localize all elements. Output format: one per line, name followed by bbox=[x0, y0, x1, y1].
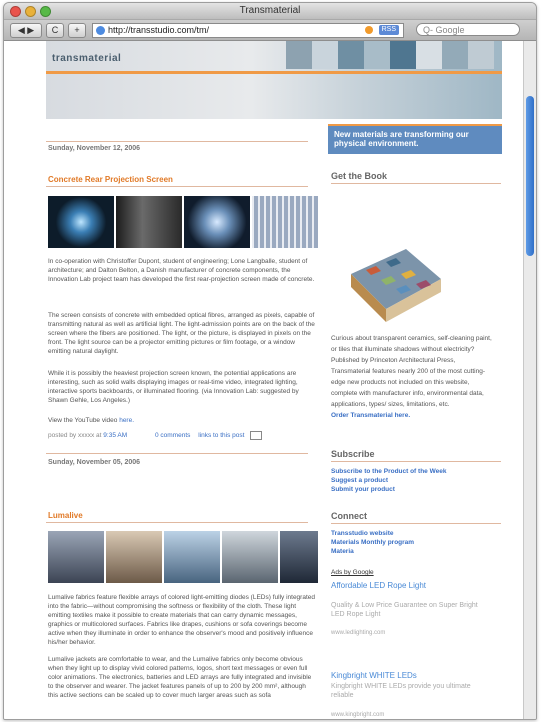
reload-button[interactable]: C bbox=[46, 23, 64, 38]
vertical-scrollbar[interactable] bbox=[523, 41, 536, 719]
book-text-line: complete with manufacturer info, environ… bbox=[331, 390, 484, 397]
concrete-screen-photo bbox=[184, 196, 250, 248]
book-text-line: edge new products not included on this w… bbox=[331, 379, 470, 386]
posted-by: posted by xxxxx at bbox=[48, 432, 102, 440]
lumalive-photo bbox=[106, 531, 162, 583]
divider bbox=[46, 141, 308, 142]
scrollbar-thumb[interactable] bbox=[526, 96, 534, 256]
ad-title[interactable]: Affordable LED Rope Light bbox=[331, 581, 451, 590]
back-forward-button[interactable]: ◀ ▶ bbox=[10, 23, 42, 38]
post-paragraph: The screen consists of concrete with emb… bbox=[48, 312, 315, 355]
links-to-post[interactable]: links to this post bbox=[198, 432, 244, 439]
connect-heading: Connect bbox=[331, 511, 367, 521]
book-text-line: Published by Princeton Architectural Pre… bbox=[331, 357, 456, 364]
divider bbox=[331, 183, 501, 184]
submit-product-link[interactable]: Submit your product bbox=[331, 485, 446, 494]
banner-tile bbox=[442, 41, 468, 69]
post-time-link[interactable]: 9:35 AM bbox=[103, 432, 127, 439]
lumalive-photo bbox=[280, 531, 318, 583]
book-description: Curious about transparent ceramics, self… bbox=[331, 333, 503, 421]
order-book-link[interactable]: Order Transmaterial here. bbox=[331, 410, 503, 421]
get-book-heading: Get the Book bbox=[331, 171, 388, 181]
add-bookmark-button[interactable]: + bbox=[68, 23, 86, 38]
banner-tile bbox=[286, 41, 312, 69]
lumalive-photo bbox=[48, 531, 104, 583]
banner-tile bbox=[364, 41, 390, 69]
book-text-line: Curious about transparent ceramics, self… bbox=[331, 335, 492, 342]
globe-icon bbox=[96, 26, 105, 35]
post-paragraph: Lumalive fabrics feature flexible arrays… bbox=[48, 594, 315, 646]
subscribe-link[interactable]: Subscribe to the Product of the Week bbox=[331, 467, 446, 476]
video-line: View the YouTube video here. bbox=[48, 416, 316, 425]
banner-stripe bbox=[46, 71, 502, 74]
banner-tile bbox=[416, 41, 442, 69]
materia-link[interactable]: Materia bbox=[331, 547, 414, 556]
concrete-screen-photo bbox=[116, 196, 182, 248]
web-page: transmaterial New materials are transfor… bbox=[4, 41, 523, 719]
address-bar[interactable]: http://transstudio.com/tm/ RSS bbox=[92, 23, 404, 38]
divider bbox=[331, 523, 501, 524]
ads-label[interactable]: Ads by Google bbox=[331, 569, 374, 576]
divider bbox=[46, 186, 308, 187]
ad-url[interactable]: www.ledlighting.com bbox=[331, 629, 491, 638]
post-paragraph: In co-operation with Christoffer Dupont,… bbox=[48, 258, 315, 283]
divider bbox=[46, 522, 308, 523]
site-banner: transmaterial bbox=[46, 41, 502, 119]
subscribe-heading: Subscribe bbox=[331, 449, 375, 459]
book-text-line: applications, types/ sizes, limitations,… bbox=[331, 401, 450, 408]
post-paragraph: While it is possibly the heaviest projec… bbox=[48, 370, 299, 404]
browser-window: Transmaterial ◀ ▶ C + http://transstudio… bbox=[3, 2, 537, 720]
url-text: http://transstudio.com/tm/ bbox=[108, 25, 210, 35]
banner-tile bbox=[338, 41, 364, 69]
concrete-screen-photo bbox=[252, 196, 318, 248]
site-logo[interactable]: transmaterial bbox=[52, 53, 121, 64]
rss-button[interactable]: RSS bbox=[378, 25, 399, 35]
ad-url[interactable]: www.kingbright.com bbox=[331, 711, 491, 719]
reload-indicator-icon bbox=[365, 26, 373, 34]
banner-tile bbox=[390, 41, 416, 69]
subscribe-links: Subscribe to the Product of the Week Sug… bbox=[331, 467, 446, 494]
post-paragraph: Lumalive jackets are comfortable to wear… bbox=[48, 656, 312, 699]
video-text: View the YouTube video bbox=[48, 417, 118, 424]
divider bbox=[46, 453, 308, 454]
ad-title[interactable]: Kingbright WHITE LEDs bbox=[331, 671, 417, 680]
banner-tile bbox=[468, 41, 494, 69]
title-bar: Transmaterial bbox=[4, 3, 536, 20]
lumalive-photo bbox=[222, 531, 278, 583]
connect-links: Transstudio website Materials Monthly pr… bbox=[331, 529, 414, 556]
book-text-line: or tiles that illuminate shadows without… bbox=[331, 346, 475, 353]
lumalive-photo bbox=[164, 531, 220, 583]
post-title[interactable]: Lumalive bbox=[48, 511, 83, 520]
post-title[interactable]: Concrete Rear Projection Screen bbox=[48, 175, 173, 184]
book-cover-image[interactable] bbox=[346, 244, 446, 324]
ad-text: Kingbright WHITE LEDs provide you ultima… bbox=[331, 683, 471, 699]
comments-link[interactable]: 0 comments bbox=[155, 432, 190, 439]
window-title: Transmaterial bbox=[239, 5, 301, 16]
post-meta: posted by xxxxx at 9:35 AM 0 comments li… bbox=[48, 431, 263, 440]
suggest-product-link[interactable]: Suggest a product bbox=[331, 476, 446, 485]
divider bbox=[331, 461, 501, 462]
post-date: Sunday, November 05, 2006 bbox=[48, 459, 141, 466]
ad-text: Quality & Low Price Guarantee on Super B… bbox=[331, 602, 478, 618]
tagline-banner: New materials are transforming our physi… bbox=[328, 124, 502, 154]
transstudio-link[interactable]: Transstudio website bbox=[331, 529, 414, 538]
book-text-line: Transmaterial features nearly 200 of the… bbox=[331, 368, 486, 375]
search-input[interactable]: Q- Google bbox=[416, 23, 520, 36]
concrete-screen-photo bbox=[48, 196, 114, 248]
banner-tile bbox=[312, 41, 338, 69]
post-date: Sunday, November 12, 2006 bbox=[48, 145, 141, 152]
materials-monthly-link[interactable]: Materials Monthly program bbox=[331, 538, 414, 547]
browser-toolbar: ◀ ▶ C + http://transstudio.com/tm/ RSS Q… bbox=[4, 20, 536, 41]
email-post-icon[interactable] bbox=[250, 431, 263, 440]
video-link[interactable]: here. bbox=[119, 417, 134, 424]
